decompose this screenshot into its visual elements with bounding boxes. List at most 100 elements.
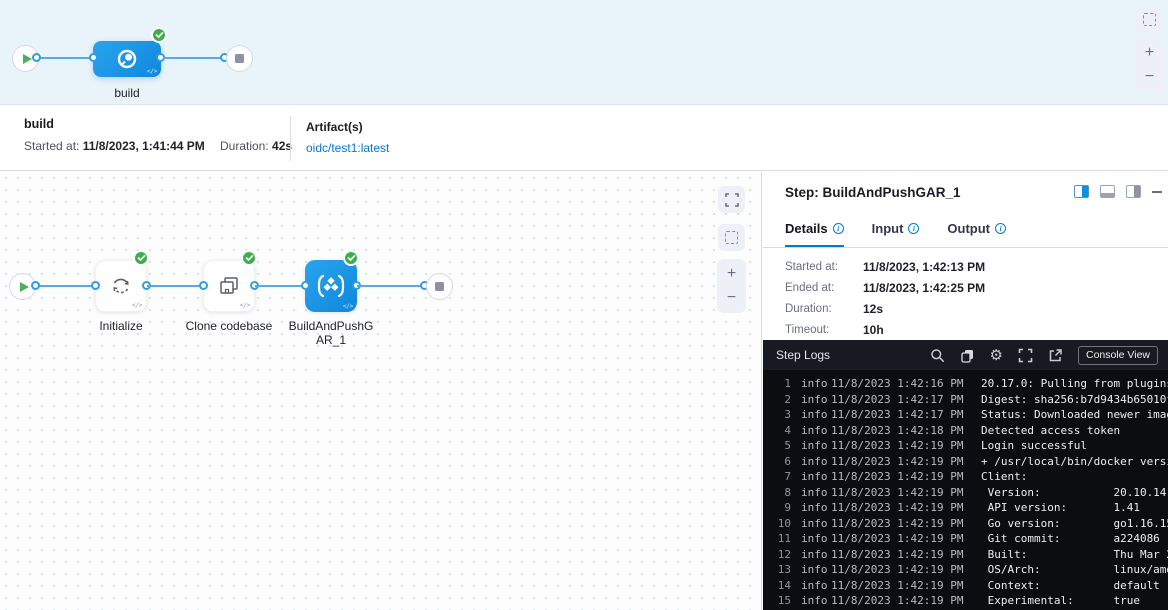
console-view-button[interactable]: Console View [1078, 346, 1158, 365]
log-level: info [801, 578, 829, 594]
layout-minimized-panel-icon[interactable] [1126, 185, 1141, 198]
log-timestamp: 11/8/2023 1:42:17 PM [831, 407, 971, 423]
gear-icon[interactable]: ⚙ [990, 348, 1003, 363]
success-check-icon [343, 250, 359, 266]
log-timestamp: 11/8/2023 1:42:19 PM [831, 547, 971, 563]
detail-label: Ended at: [785, 282, 863, 294]
stage-canvas[interactable]: </> Initialize </> Clone codebase [0, 172, 762, 610]
tab-details[interactable]: Details i [785, 214, 844, 247]
edge-port [32, 53, 41, 62]
log-line: 13 info 11/8/2023 1:42:19 PM OS/Arch: li… [763, 562, 1168, 578]
info-icon[interactable]: i [908, 223, 919, 234]
pipeline-end-node [226, 45, 253, 72]
log-level: info [801, 485, 829, 501]
log-message: Context: default [981, 578, 1168, 594]
marquee-select-button[interactable] [718, 224, 745, 251]
step-panel-tabs: Details i Input i Output i [763, 214, 1168, 248]
divider [290, 116, 291, 161]
tab-label: Output [947, 221, 990, 236]
zoom-out-button[interactable]: − [1135, 65, 1164, 89]
log-level: info [801, 500, 829, 516]
edge-port [199, 281, 208, 290]
play-icon [23, 54, 32, 64]
log-timestamp: 11/8/2023 1:42:19 PM [831, 516, 971, 532]
edge-port [89, 53, 98, 62]
duration-label: Duration: [220, 139, 269, 153]
log-line: 15 info 11/8/2023 1:42:19 PM Experimenta… [763, 593, 1168, 609]
zoom-in-button[interactable]: + [717, 262, 746, 286]
stage-node-build[interactable]: </> [93, 41, 161, 77]
pipeline-overview-canvas[interactable]: </> build + − [0, 0, 1168, 105]
log-message: OS/Arch: linux/amd64 [981, 562, 1168, 578]
code-toggle-icon: </> [240, 301, 250, 309]
marquee-select-button[interactable] [1136, 6, 1163, 33]
step-panel-title: Step: BuildAndPushGAR_1 [785, 185, 961, 200]
tab-label: Details [785, 221, 828, 236]
log-line: 9 info 11/8/2023 1:42:19 PM API version:… [763, 500, 1168, 516]
log-line-number: 3 [771, 407, 791, 423]
pipeline-edge [163, 57, 225, 59]
stage-started-at: Started at: 11/8/2023, 1:41:44 PM [24, 139, 205, 153]
info-icon[interactable]: i [995, 223, 1006, 234]
zoom-out-button[interactable]: − [717, 286, 746, 310]
log-line-number: 4 [771, 423, 791, 439]
log-message: Experimental: true [981, 593, 1168, 609]
step-logs-body[interactable]: 1 info 11/8/2023 1:42:16 PM 20.17.0: Pul… [763, 370, 1168, 610]
expand-icon [725, 193, 739, 207]
log-line: 8 info 11/8/2023 1:42:19 PM Version: 20.… [763, 485, 1168, 501]
detail-value: 11/8/2023, 1:42:25 PM [863, 281, 985, 295]
external-link-icon[interactable] [1048, 348, 1063, 363]
step-details-panel: Step: BuildAndPushGAR_1 Details i Input … [763, 172, 1168, 610]
step-logs-title: Step Logs [776, 348, 830, 362]
step-node-buildandpushgar-1[interactable]: </> [305, 260, 357, 312]
zoom-in-button[interactable]: + [1135, 41, 1164, 65]
step-details-list: Started at: 11/8/2023, 1:42:13 PM Ended … [785, 256, 1158, 340]
fit-to-screen-button[interactable] [718, 186, 745, 213]
log-line: 3 info 11/8/2023 1:42:17 PM Status: Down… [763, 407, 1168, 423]
log-line: 11 info 11/8/2023 1:42:19 PM Git commit:… [763, 531, 1168, 547]
log-level: info [801, 469, 829, 485]
success-check-icon [133, 250, 149, 266]
collapse-panel-icon[interactable] [1152, 191, 1162, 193]
fullscreen-icon[interactable] [1018, 348, 1033, 363]
layout-fill [1101, 193, 1114, 197]
log-line: 1 info 11/8/2023 1:42:16 PM 20.17.0: Pul… [763, 376, 1168, 392]
zoom-controls: + − [717, 259, 746, 313]
log-line: 6 info 11/8/2023 1:42:19 PM + /usr/local… [763, 454, 1168, 470]
log-level: info [801, 547, 829, 563]
code-toggle-icon: </> [343, 302, 353, 310]
copy-icon[interactable] [960, 348, 975, 363]
tab-label: Input [872, 221, 904, 236]
edge-port [91, 281, 100, 290]
log-message: Version: 20.10.14 [981, 485, 1168, 501]
detail-row: Duration: 12s [785, 298, 1158, 319]
artifacts-label: Artifact(s) [306, 120, 363, 134]
detail-value: 11/8/2023, 1:42:13 PM [863, 260, 985, 274]
info-icon[interactable]: i [833, 223, 844, 234]
tab-input[interactable]: Input i [872, 214, 920, 247]
log-line: 12 info 11/8/2023 1:42:19 PM Built: Thu … [763, 547, 1168, 563]
log-level: info [801, 407, 829, 423]
log-message: Login successful [981, 438, 1168, 454]
step-node-clone-codebase[interactable]: </> [203, 260, 255, 312]
detail-row: Ended at: 11/8/2023, 1:42:25 PM [785, 277, 1158, 298]
log-message: + /usr/local/bin/docker version [981, 454, 1168, 470]
layout-bottom-panel-icon[interactable] [1100, 185, 1115, 198]
log-message: 20.17.0: Pulling from plugins/gar [981, 376, 1168, 392]
log-message: Detected access token [981, 423, 1168, 439]
step-node-initialize[interactable]: </> [95, 260, 147, 312]
layout-right-panel-icon[interactable] [1074, 185, 1089, 198]
log-level: info [801, 438, 829, 454]
log-level: info [801, 392, 829, 408]
log-line-number: 11 [771, 531, 791, 547]
search-icon[interactable] [930, 348, 945, 363]
log-message: Go version: go1.16.15 [981, 516, 1168, 532]
log-level: info [801, 593, 829, 609]
stop-icon [435, 282, 444, 291]
artifact-link[interactable]: oidc/test1:latest [306, 141, 389, 155]
log-message: Client: [981, 469, 1168, 485]
play-icon [20, 282, 29, 292]
log-line-number: 9 [771, 500, 791, 516]
tab-output[interactable]: Output i [947, 214, 1006, 247]
log-line-number: 8 [771, 485, 791, 501]
